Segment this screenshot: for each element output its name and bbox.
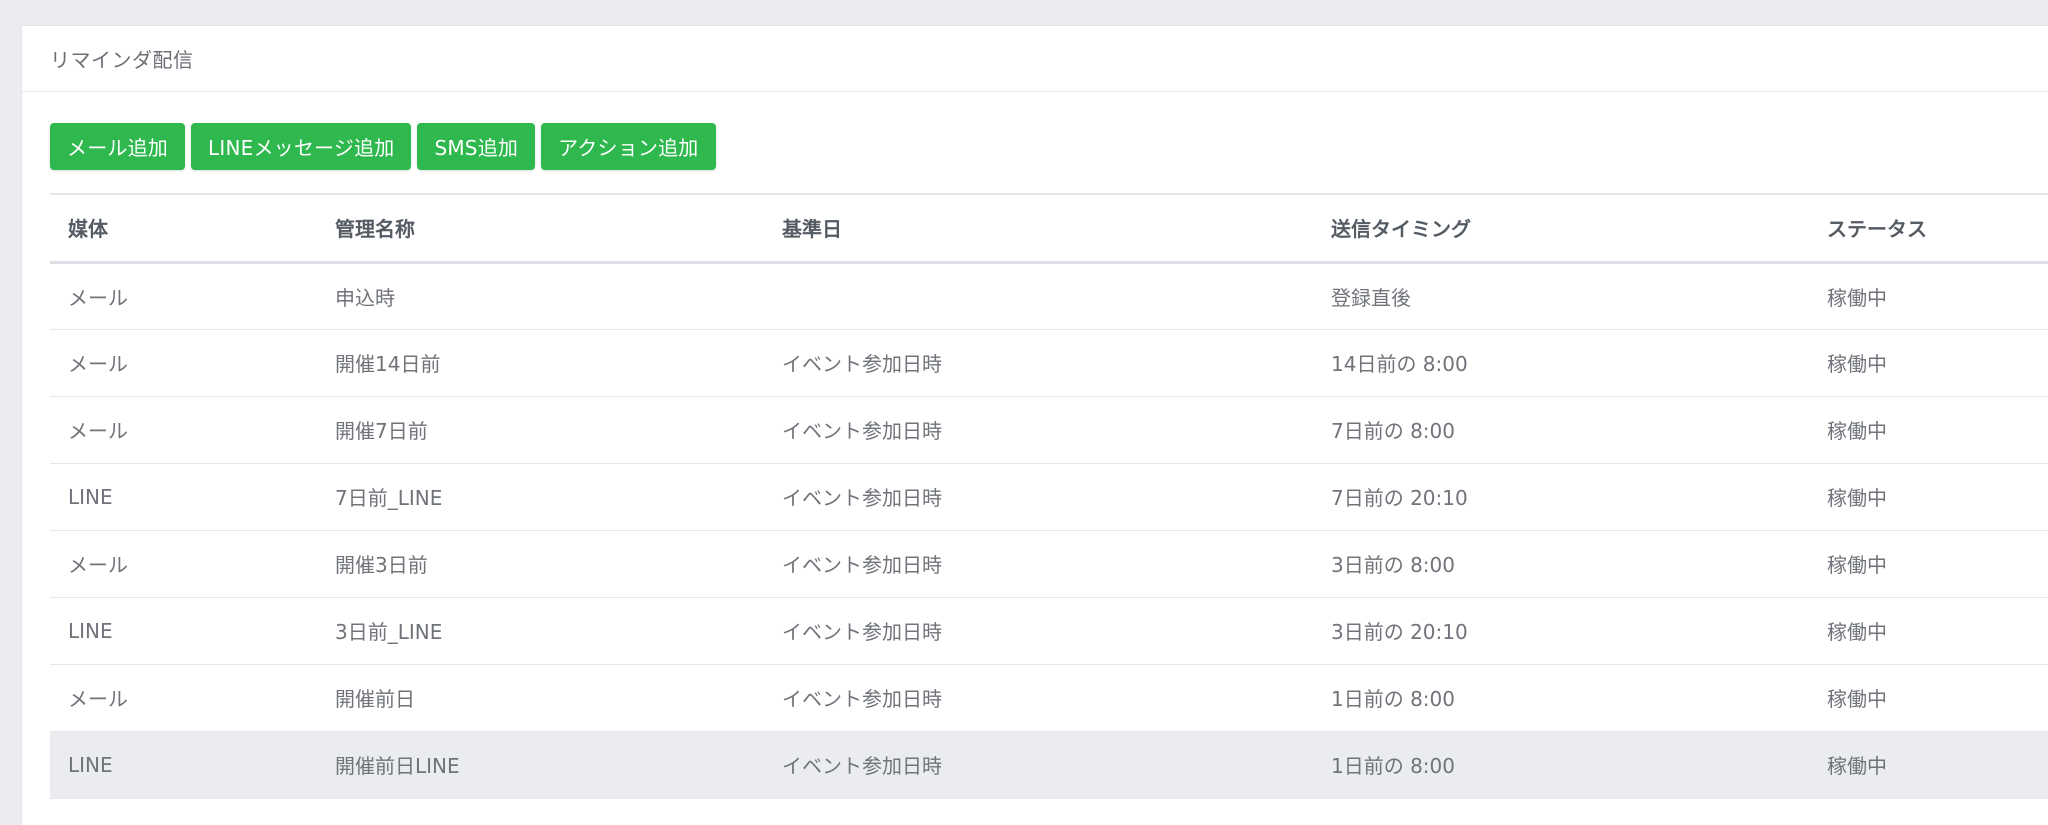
cell-media: LINE [50,731,317,799]
cell-status: 稼働中 [1809,597,2048,665]
cell-timing: 登録直後 [1313,262,1809,330]
cell-timing: 1日前の 8:00 [1313,664,1809,732]
cell-media: メール [50,530,317,598]
cell-status: 稼働中 [1809,731,2048,799]
cell-status: 稼働中 [1809,262,2048,330]
cell-timing: 7日前の 8:00 [1313,396,1809,464]
table-row[interactable]: LINE 3日前_LINE イベント参加日時 3日前の 20:10 稼働中 [50,597,2048,665]
column-header-status[interactable]: ステータス [1809,193,2048,264]
table-row[interactable]: LINE 7日前_LINE イベント参加日時 7日前の 20:10 稼働中 [50,463,2048,531]
cell-timing: 3日前の 20:10 [1313,597,1809,665]
toolbar: メール追加 LINEメッセージ追加 SMS追加 アクション追加 [50,123,716,170]
panel-header: リマインダ配信 [22,26,2048,92]
cell-media: LINE [50,463,317,531]
cell-status: 稼働中 [1809,396,2048,464]
cell-base-date: イベント参加日時 [764,329,1313,397]
add-line-message-button[interactable]: LINEメッセージ追加 [191,123,412,170]
cell-media: メール [50,329,317,397]
cell-timing: 3日前の 8:00 [1313,530,1809,598]
add-action-button[interactable]: アクション追加 [541,123,716,170]
reminder-table: 媒体 管理名称 基準日 送信タイミング ステータス メール 申込時 登録直後 稼… [50,193,2048,799]
cell-base-date: イベント参加日時 [764,396,1313,464]
cell-name: 開催前日LINE [317,731,764,799]
cell-name: 開催7日前 [317,396,764,464]
panel-title: リマインダ配信 [50,48,194,72]
cell-base-date: イベント参加日時 [764,664,1313,732]
cell-media: メール [50,664,317,732]
cell-base-date: イベント参加日時 [764,597,1313,665]
cell-base-date: イベント参加日時 [764,530,1313,598]
cell-base-date: イベント参加日時 [764,731,1313,799]
cell-name: 開催3日前 [317,530,764,598]
cell-media: メール [50,396,317,464]
cell-base-date [764,262,1313,330]
table-row-hovered[interactable]: LINE 開催前日LINE イベント参加日時 1日前の 8:00 稼働中 [50,731,2048,799]
cell-timing: 1日前の 8:00 [1313,731,1809,799]
cell-status: 稼働中 [1809,530,2048,598]
table-header-row: 媒体 管理名称 基準日 送信タイミング ステータス [50,193,2048,264]
cell-timing: 14日前の 8:00 [1313,329,1809,397]
column-header-name[interactable]: 管理名称 [317,193,764,264]
add-sms-button[interactable]: SMS追加 [417,123,536,170]
cell-name: 7日前_LINE [317,463,764,531]
cell-name: 開催前日 [317,664,764,732]
cell-media: メール [50,262,317,330]
reminder-panel: リマインダ配信 メール追加 LINEメッセージ追加 SMS追加 アクション追加 … [21,25,2048,825]
cell-name: 申込時 [317,262,764,330]
cell-status: 稼働中 [1809,664,2048,732]
cell-base-date: イベント参加日時 [764,463,1313,531]
table-row[interactable]: メール 開催7日前 イベント参加日時 7日前の 8:00 稼働中 [50,396,2048,464]
cell-name: 3日前_LINE [317,597,764,665]
cell-media: LINE [50,597,317,665]
reminder-table-wrap: 媒体 管理名称 基準日 送信タイミング ステータス メール 申込時 登録直後 稼… [50,193,2048,799]
column-header-timing[interactable]: 送信タイミング [1313,193,1809,264]
cell-status: 稼働中 [1809,463,2048,531]
cell-status: 稼働中 [1809,329,2048,397]
table-row[interactable]: メール 開催14日前 イベント参加日時 14日前の 8:00 稼働中 [50,329,2048,397]
add-mail-button[interactable]: メール追加 [50,123,185,170]
table-row[interactable]: メール 申込時 登録直後 稼働中 [50,262,2048,330]
cell-name: 開催14日前 [317,329,764,397]
column-header-media[interactable]: 媒体 [50,193,317,264]
table-row[interactable]: メール 開催前日 イベント参加日時 1日前の 8:00 稼働中 [50,664,2048,732]
cell-timing: 7日前の 20:10 [1313,463,1809,531]
table-row[interactable]: メール 開催3日前 イベント参加日時 3日前の 8:00 稼働中 [50,530,2048,598]
column-header-base-date[interactable]: 基準日 [764,193,1313,264]
